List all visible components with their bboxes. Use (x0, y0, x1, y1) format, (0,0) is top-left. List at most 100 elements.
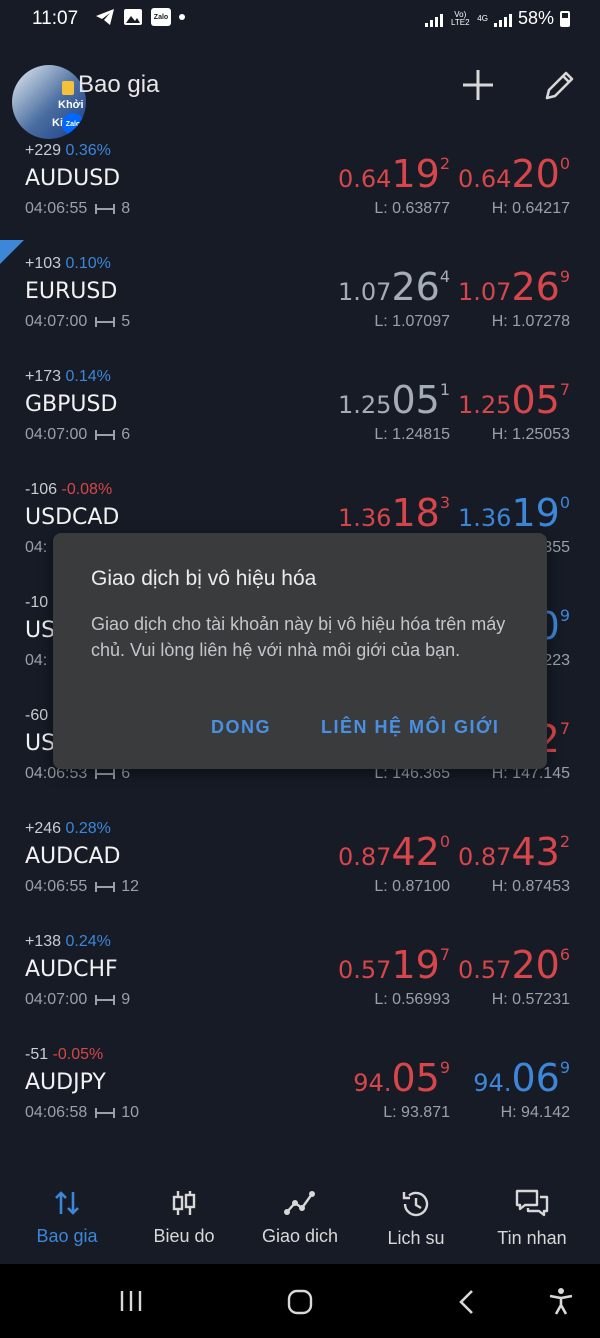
quote-row[interactable]: -51 -0.05% AUDJPY 04:06:58 10 94.059 94.069 L:… (0, 1046, 600, 1159)
accessibility-icon[interactable] (546, 1286, 576, 1316)
bid-price-small: 94. (353, 1069, 392, 1097)
quote-time: 04:07:00 5 (25, 313, 130, 331)
pencil-icon[interactable] (540, 65, 580, 105)
quote-timestamp: 04: (25, 539, 48, 556)
contact-broker-button[interactable]: LIÊN HỆ MÔI GIỚI (321, 717, 499, 738)
change-percent: -0.08% (61, 481, 113, 498)
change-percent: 0.28% (65, 820, 111, 837)
quote-time: 04:06:55 12 (25, 878, 139, 896)
quote-time: 04:07:00 6 (25, 426, 130, 444)
change-percent: -0.05% (52, 1046, 104, 1063)
ask-price[interactable]: 0.64200 (458, 152, 570, 196)
bid-price-pip: 4 (439, 267, 450, 286)
nav-chart[interactable]: Bieu do (126, 1180, 242, 1247)
symbol-name: AUDJPY (25, 1070, 106, 1095)
dialog-message: Giao dịch cho tài khoản này bị vô hiệu h… (91, 614, 506, 660)
bid-price[interactable]: 0.87420 (338, 830, 450, 874)
cell-signal-icon (493, 11, 512, 27)
change-percent: 0.14% (65, 368, 111, 385)
ask-price[interactable]: 1.25057 (458, 378, 570, 422)
bid-price-pip: 1 (439, 380, 450, 399)
quote-row[interactable]: +173 0.14% GBPUSD 04:07:00 6 1.25051 1.25057 L… (0, 368, 600, 481)
bid-price-pip: 2 (439, 154, 450, 173)
quote-change: +138 0.24% (25, 933, 111, 951)
network-label: 4G (477, 13, 488, 23)
arrows-updown-icon (55, 1191, 79, 1215)
nav-trade[interactable]: Giao dich (242, 1180, 358, 1247)
high-price: H: 0.87453 (491, 878, 570, 895)
ask-price[interactable]: 1.07269 (458, 265, 570, 309)
quote-timestamp: 04:06:58 (25, 1104, 88, 1121)
symbol-name: EURUSD (25, 279, 118, 304)
quote-row[interactable]: +229 0.36% AUDUSD 04:06:55 8 0.64192 0.64200 L… (0, 142, 600, 255)
quote-row[interactable]: +103 0.10% EURUSD 04:07:00 5 1.07264 1.07269 L… (0, 255, 600, 368)
quote-time: 04: (25, 652, 47, 670)
bid-price[interactable]: 1.07264 (338, 265, 450, 309)
bid-price[interactable]: 0.64192 (338, 152, 450, 196)
spread-icon (95, 994, 116, 1005)
bid-price[interactable]: 1.36183 (338, 491, 450, 535)
bid-price-pip: 7 (439, 945, 450, 964)
ask-price-small: 0.87 (458, 843, 512, 871)
bid-price-small: 0.64 (338, 165, 392, 193)
plus-icon[interactable] (458, 65, 498, 105)
bid-price[interactable]: 0.57197 (338, 943, 450, 987)
bid-price-small: 1.07 (338, 278, 392, 306)
ask-price[interactable]: 0.87432 (458, 830, 570, 874)
status-right: Vo) LTE2 4G 58% (425, 8, 570, 29)
symbol-name: AUDCAD (25, 844, 121, 869)
spread-icon (95, 768, 116, 779)
system-navigation-bar (0, 1264, 600, 1338)
symbol-name: US (25, 618, 56, 643)
ask-price-big: 20 (511, 943, 560, 987)
ask-price-pip: 6 (559, 945, 570, 964)
ask-price-big: 06 (511, 1056, 560, 1100)
bid-price-small: 1.25 (338, 391, 392, 419)
quote-timestamp: 04:06:55 (25, 200, 88, 217)
nav-quotes[interactable]: Bao gia (9, 1180, 125, 1247)
quote-change: -60 (25, 707, 48, 725)
home-icon[interactable] (286, 1288, 314, 1316)
recent-apps-icon[interactable] (118, 1288, 144, 1314)
quote-time: 04: (25, 539, 47, 557)
high-price: 355 (543, 539, 570, 556)
quote-change: +246 0.28% (25, 820, 111, 838)
quote-change: +229 0.36% (25, 142, 111, 160)
ask-price-big: 19 (511, 491, 560, 535)
high-price: H: 0.57231 (491, 991, 570, 1008)
spread-value: 10 (121, 1104, 140, 1121)
high-price: H: 1.07278 (491, 313, 570, 330)
ask-price[interactable]: 1.36190 (458, 491, 570, 535)
symbol-name: USDCAD (25, 505, 120, 530)
page-title: Bao gia (78, 71, 160, 98)
avatar[interactable]: Khởi Kir Zalo (12, 65, 86, 139)
change-points: -10 (25, 594, 49, 611)
back-icon[interactable] (456, 1288, 478, 1316)
change-percent: 0.10% (65, 255, 111, 272)
ask-price-small: 0.57 (458, 956, 512, 984)
nav-trade-label: Giao dich (261, 1226, 339, 1246)
quote-row[interactable]: +246 0.28% AUDCAD 04:06:55 12 0.87420 0.87432… (0, 820, 600, 933)
battery-icon (560, 10, 570, 27)
quote-change: -10 (25, 594, 48, 612)
quote-row[interactable]: +138 0.24% AUDCHF 04:07:00 9 0.57197 0.57206 L… (0, 933, 600, 1046)
bid-price-big: 05 (391, 1056, 440, 1100)
nav-history[interactable]: Lich su (358, 1180, 474, 1249)
ask-price[interactable]: 94.069 (473, 1056, 570, 1100)
more-notifications-icon (179, 14, 185, 20)
dismiss-button[interactable]: DONG (211, 717, 271, 738)
candlestick-icon (172, 1191, 196, 1215)
bid-price[interactable]: 1.25051 (338, 378, 450, 422)
nav-chart-label: Bieu do (153, 1226, 215, 1246)
change-points: -60 (25, 707, 49, 724)
trading-disabled-dialog: Giao dịch bị vô hiệu hóa Giao dịch cho t… (53, 533, 547, 769)
dialog-title: Giao dịch bị vô hiệu hóa (91, 567, 317, 590)
ask-price[interactable]: 0.57206 (458, 943, 570, 987)
low-price: L: 93.871 (383, 1104, 450, 1121)
zalo-icon: Zalo (151, 8, 171, 26)
quote-change: -106 -0.08% (25, 481, 112, 499)
bid-price-pip: 0 (439, 832, 450, 851)
bid-price[interactable]: 94.059 (353, 1056, 450, 1100)
spread-value: 8 (121, 200, 131, 217)
nav-messages[interactable]: Tin nhan (474, 1180, 590, 1249)
